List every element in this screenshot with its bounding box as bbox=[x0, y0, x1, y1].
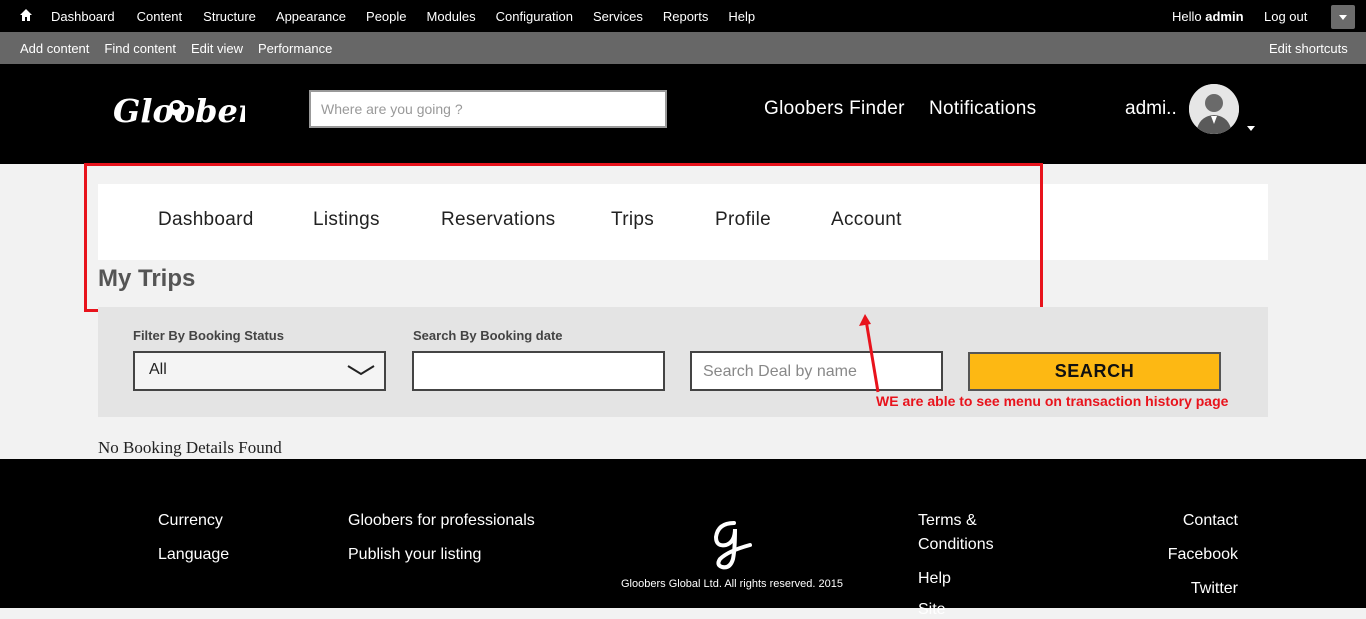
shortcuts-bar: Add content Find content Edit view Perfo… bbox=[0, 32, 1366, 64]
footer-currency-link[interactable]: Currency bbox=[158, 512, 223, 530]
footer-conditions-link[interactable]: Conditions bbox=[918, 536, 994, 554]
user-menu-name[interactable]: admi.. bbox=[1125, 98, 1177, 120]
footer-twitter-link[interactable]: Twitter bbox=[1138, 580, 1238, 598]
no-bookings-message: No Booking Details Found bbox=[98, 438, 282, 457]
annotation-arrow-icon bbox=[859, 314, 880, 393]
toolbar-toggle-button[interactable] bbox=[1331, 5, 1355, 29]
admin-menu-dashboard[interactable]: Dashboard bbox=[51, 9, 115, 24]
footer-help-link[interactable]: Help bbox=[918, 570, 951, 588]
annotation-text: WE are able to see menu on transaction h… bbox=[876, 393, 1229, 409]
notifications-link[interactable]: Notifications bbox=[929, 98, 1036, 120]
copyright-text: Gloobers Global Ltd. All rights reserved… bbox=[621, 578, 843, 590]
footer-contact-link[interactable]: Contact bbox=[1138, 512, 1238, 530]
gloobers-g-logo bbox=[713, 521, 752, 570]
annotation-highlight-box bbox=[84, 163, 1043, 312]
chevron-down-icon[interactable] bbox=[1247, 126, 1255, 131]
deal-name-placeholder: Search Deal by name bbox=[703, 363, 857, 380]
home-icon[interactable] bbox=[19, 8, 33, 22]
edit-shortcuts-link[interactable]: Edit shortcuts bbox=[1269, 41, 1348, 56]
shortcut-edit-view[interactable]: Edit view bbox=[191, 41, 243, 56]
footer-language-link[interactable]: Language bbox=[158, 546, 229, 564]
destination-search-placeholder: Where are you going ? bbox=[321, 101, 463, 117]
admin-username[interactable]: admin bbox=[1205, 9, 1243, 24]
user-silhouette-icon bbox=[1189, 84, 1239, 134]
avatar[interactable] bbox=[1189, 84, 1239, 134]
gloobers-finder-link[interactable]: Gloobers Finder bbox=[764, 98, 905, 120]
admin-menu-reports[interactable]: Reports bbox=[663, 9, 709, 24]
admin-greeting: Hello admin bbox=[1172, 0, 1244, 32]
site-header: Gloobers Where are you going ? Gloobers … bbox=[0, 64, 1366, 164]
admin-menu-help[interactable]: Help bbox=[728, 9, 755, 24]
status-filter-label: Filter By Booking Status bbox=[133, 328, 284, 343]
booking-date-input[interactable] bbox=[412, 351, 665, 391]
footer-facebook-link[interactable]: Facebook bbox=[1138, 546, 1238, 564]
admin-menu-modules[interactable]: Modules bbox=[427, 9, 476, 24]
admin-menu-appearance[interactable]: Appearance bbox=[276, 9, 346, 24]
booking-status-select[interactable]: All bbox=[133, 351, 386, 391]
admin-menu: Dashboard Content Structure Appearance P… bbox=[51, 0, 755, 32]
footer-terms-link[interactable]: Terms & bbox=[918, 512, 977, 530]
admin-menu-structure[interactable]: Structure bbox=[203, 9, 256, 24]
destination-search-input[interactable]: Where are you going ? bbox=[309, 90, 667, 128]
admin-menu-people[interactable]: People bbox=[366, 9, 406, 24]
site-footer: Currency Language Gloobers for professio… bbox=[0, 459, 1366, 618]
shortcut-add-content[interactable]: Add content bbox=[20, 41, 89, 56]
footer-site-link[interactable]: Site bbox=[918, 601, 946, 619]
search-button[interactable]: SEARCH bbox=[968, 352, 1221, 391]
hello-label: Hello bbox=[1172, 8, 1202, 24]
shortcut-find-content[interactable]: Find content bbox=[104, 41, 176, 56]
chevron-down-icon bbox=[347, 365, 375, 376]
admin-menu-services[interactable]: Services bbox=[593, 9, 643, 24]
date-filter-label: Search By Booking date bbox=[413, 328, 563, 343]
admin-menu-content[interactable]: Content bbox=[137, 9, 183, 24]
shortcut-performance[interactable]: Performance bbox=[258, 41, 332, 56]
footer-professionals-link[interactable]: Gloobers for professionals bbox=[348, 512, 535, 530]
logout-link[interactable]: Log out bbox=[1264, 9, 1307, 24]
footer-publish-listing-link[interactable]: Publish your listing bbox=[348, 546, 481, 564]
booking-status-value: All bbox=[149, 361, 167, 378]
deal-name-search-input[interactable]: Search Deal by name bbox=[690, 351, 943, 391]
admin-toolbar: Dashboard Content Structure Appearance P… bbox=[0, 0, 1366, 32]
gloobers-logo[interactable]: Gloobers bbox=[113, 86, 245, 134]
admin-menu-configuration[interactable]: Configuration bbox=[496, 9, 573, 24]
